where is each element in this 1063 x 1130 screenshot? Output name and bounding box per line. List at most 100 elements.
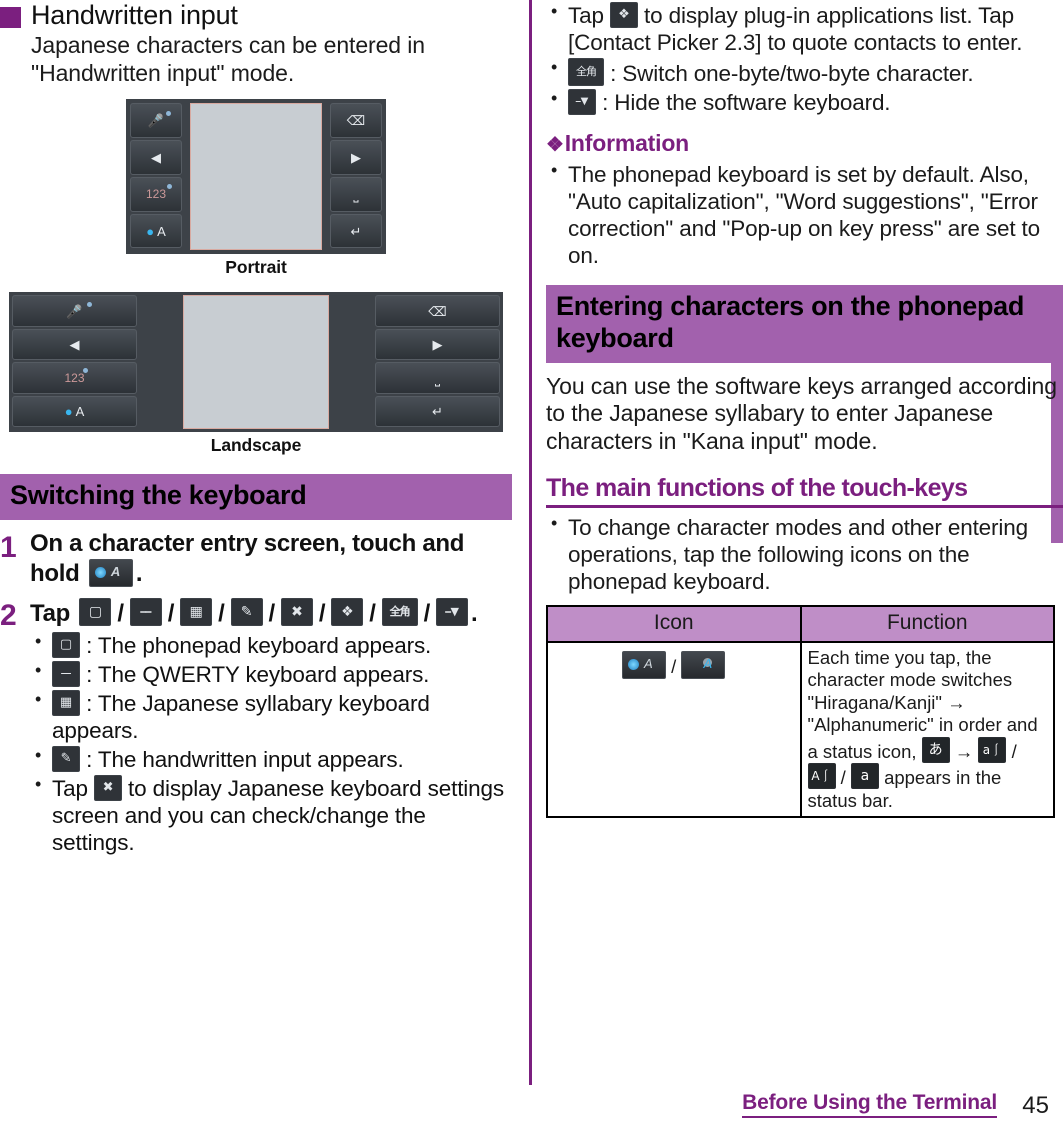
character-mode-key-icon-alphanumeric: A bbox=[681, 650, 726, 679]
figure-landscape-caption: Landscape bbox=[210, 435, 302, 456]
portrait-right-keys: ⌫ ▶ ⎵ ↵ bbox=[330, 103, 382, 250]
right-top-bullets: Tap ❖ to display plug-in applications li… bbox=[546, 1, 1063, 116]
handwritten-input-description: Japanese characters can be entered in "H… bbox=[31, 32, 425, 86]
column-divider bbox=[529, 0, 532, 1085]
icon-separator: / bbox=[167, 599, 175, 627]
information-heading: ❖Information bbox=[546, 130, 1063, 157]
status-icon-alpha-lower: a bbox=[850, 763, 879, 790]
list-item-text-before: Tap bbox=[568, 3, 604, 28]
table-cell-function: Each time you tap, the character mode sw… bbox=[799, 640, 1055, 819]
step-1-text-after: . bbox=[135, 559, 143, 587]
list-item: ✎ : The handwritten input appears. bbox=[30, 745, 512, 773]
step-2-text-after: . bbox=[471, 599, 478, 627]
table-row: A / A Each time you tap, the character m… bbox=[546, 640, 1055, 819]
plugin-applications-icon: ❖ bbox=[331, 597, 364, 626]
handwritten-input-heading-text: Handwritten input bbox=[31, 0, 238, 30]
right-arrow-key-icon: ▶ bbox=[375, 328, 500, 361]
list-item-text: : The phonepad keyboard appears. bbox=[86, 633, 432, 659]
numeric-key-icon: 123 bbox=[12, 362, 137, 394]
status-icon-hiragana: あ bbox=[921, 736, 950, 763]
right-arrow-key-icon: ▶ bbox=[330, 140, 382, 175]
space-key-icon: ⎵ bbox=[375, 362, 500, 394]
landscape-keyboard-image: 🎤 ◀ 123 ● A ⌫ ▶ ⎵ ↵ bbox=[9, 292, 503, 433]
list-item: Tap ❖ to display plug-in applications li… bbox=[546, 1, 1063, 56]
page-footer: Before Using the Terminal 45 bbox=[0, 1084, 1063, 1130]
full-width-character-icon: 全角 bbox=[568, 58, 604, 86]
step-2-text-before: Tap bbox=[30, 599, 70, 627]
handwriting-pad-area bbox=[183, 295, 329, 430]
step-2-text: Tap ▢/⎯⎯/▦/✎/✖/❖/全角/⎯▼. ▢ : The phonepad… bbox=[30, 597, 512, 857]
table-cell-icons: A / A bbox=[546, 640, 802, 819]
character-mode-key-icon-hiragana: A bbox=[622, 650, 667, 679]
icon-separator: / bbox=[840, 767, 846, 789]
step-1-text: On a character entry screen, touch and h… bbox=[30, 530, 512, 588]
list-item: ⎯⎯ : The QWERTY keyboard appears. bbox=[30, 660, 512, 688]
table-header-function: Function bbox=[799, 604, 1055, 643]
list-item-text-before: Tap bbox=[52, 776, 88, 802]
icon-separator: / bbox=[1011, 740, 1017, 762]
full-width-character-icon: 全角 bbox=[381, 597, 418, 626]
handwriting-pad-area bbox=[190, 103, 322, 251]
arrow-icon: → bbox=[954, 740, 974, 762]
step-2-number: 2 bbox=[0, 598, 17, 632]
footer-page-number: 45 bbox=[1022, 1092, 1049, 1119]
status-icon-kana: a⎰ bbox=[978, 736, 1007, 763]
icon-separator: / bbox=[268, 599, 276, 627]
right-column: Tap ❖ to display plug-in applications li… bbox=[546, 0, 1063, 819]
function-text-part-3: appears in the status bar. bbox=[807, 767, 1002, 811]
handwritten-input-heading: Handwritten input bbox=[0, 0, 512, 30]
handwritten-input-icon: ✎ bbox=[230, 597, 263, 626]
left-column: Handwritten input Japanese characters ca… bbox=[0, 0, 512, 867]
portrait-keyboard-image: 🎤 ◀ 123 ● A ⌫ ▶ ⎵ ↵ bbox=[126, 99, 386, 255]
footer-section-title: Before Using the Terminal bbox=[742, 1091, 997, 1118]
enter-key-icon: ↵ bbox=[330, 213, 382, 249]
handwritten-input-icon: ✎ bbox=[52, 746, 80, 773]
diamond-icon: ❖ bbox=[546, 134, 564, 156]
entering-characters-description: You can use the software keys arranged a… bbox=[546, 372, 1057, 454]
information-heading-text: Information bbox=[564, 130, 690, 156]
list-item: The phonepad keyboard is set by default.… bbox=[546, 160, 1063, 269]
step-2: 2 Tap ▢/⎯⎯/▦/✎/✖/❖/全角/⎯▼. ▢ : The phonep… bbox=[0, 597, 512, 857]
keyboard-settings-icon: ✖ bbox=[280, 597, 313, 626]
backspace-key-icon: ⌫ bbox=[330, 103, 382, 139]
numeric-key-icon: 123 bbox=[130, 176, 182, 212]
list-item: ⎯▼ : Hide the software keyboard. bbox=[546, 88, 1063, 116]
function-text-part-1: Each time you tap, the character mode sw… bbox=[807, 646, 1013, 713]
icon-separator: / bbox=[117, 599, 124, 627]
qwerty-keyboard-icon: ⎯⎯ bbox=[52, 661, 80, 688]
arrow-icon: → bbox=[947, 691, 966, 713]
list-item-text: : The QWERTY keyboard appears. bbox=[86, 662, 430, 688]
sub-bullets: To change character modes and other ente… bbox=[546, 513, 1063, 595]
table-header-row: Icon Function bbox=[546, 604, 1055, 643]
section-bar-switching-keyboard: Switching the keyboard bbox=[0, 474, 512, 521]
list-item: ▦ : The Japanese syllabary keyboard appe… bbox=[30, 689, 512, 744]
step-2-bullets: ▢ : The phonepad keyboard appears. ⎯⎯ : … bbox=[30, 631, 512, 856]
information-list: The phonepad keyboard is set by default.… bbox=[546, 160, 1063, 269]
character-mode-key-icon: ● A bbox=[130, 213, 182, 249]
square-bullet-icon bbox=[0, 7, 21, 28]
list-item: 全角 : Switch one-byte/two-byte character. bbox=[546, 57, 1063, 87]
list-item-text: : The handwritten input appears. bbox=[86, 747, 404, 773]
backspace-key-icon: ⌫ bbox=[375, 295, 500, 327]
icon-separator: / bbox=[318, 599, 326, 627]
list-item: ▢ : The phonepad keyboard appears. bbox=[30, 631, 512, 659]
left-arrow-key-icon: ◀ bbox=[130, 140, 182, 175]
japanese-syllabary-keyboard-icon: ▦ bbox=[180, 597, 213, 626]
left-arrow-key-icon: ◀ bbox=[12, 328, 137, 361]
character-mode-key-icon: ● A bbox=[12, 395, 137, 428]
figure-landscape: 🎤 ◀ 123 ● A ⌫ ▶ ⎵ ↵ Landscape bbox=[0, 292, 512, 456]
icon-separator: / bbox=[423, 599, 431, 627]
touch-keys-table: Icon Function A / A Each time you tap, t… bbox=[546, 604, 1055, 819]
sub-heading-main-functions: The main functions of the touch-keys bbox=[546, 474, 1063, 508]
section-bar-entering-characters: Entering characters on the phonepad keyb… bbox=[546, 285, 1063, 363]
list-item-text: : Hide the software keyboard. bbox=[602, 90, 891, 115]
landscape-right-keys: ⌫ ▶ ⎵ ↵ bbox=[375, 295, 500, 429]
figure-portrait: 🎤 ◀ 123 ● A ⌫ ▶ ⎵ ↵ Portrait bbox=[0, 99, 512, 278]
hide-keyboard-icon: ⎯▼ bbox=[568, 89, 596, 115]
character-mode-key-icon: A bbox=[88, 558, 133, 587]
table-header-icon: Icon bbox=[546, 604, 802, 643]
list-item-text: : The Japanese syllabary keyboard appear… bbox=[52, 691, 430, 744]
list-item: To change character modes and other ente… bbox=[546, 513, 1063, 595]
list-item-text: : Switch one-byte/two-byte character. bbox=[610, 61, 974, 86]
hide-keyboard-icon: ⎯▼ bbox=[436, 597, 468, 626]
